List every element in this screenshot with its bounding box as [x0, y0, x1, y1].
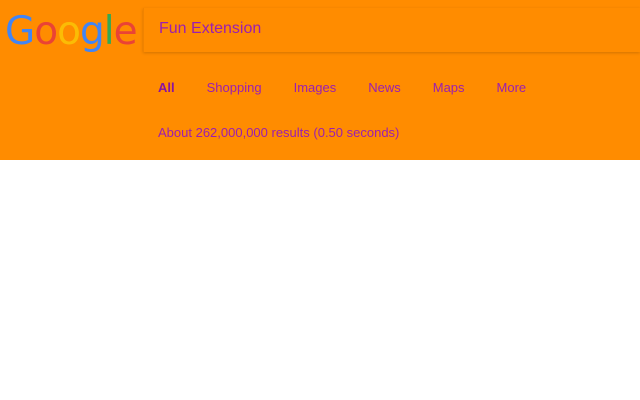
logo-letter-e: e [113, 9, 138, 54]
tab-news[interactable]: News [368, 78, 401, 98]
logo-letter-o1: o [34, 9, 58, 54]
search-results-page: Google All Shopping Images News Maps Mor… [0, 0, 640, 400]
logo-letter-o2: o [57, 9, 81, 54]
search-tabs: All Shopping Images News Maps More [158, 78, 558, 98]
search-header: Google All Shopping Images News Maps Mor… [0, 0, 640, 160]
result-stats: About 262,000,000 results (0.50 seconds) [158, 125, 400, 140]
tab-more[interactable]: More [497, 78, 527, 98]
tab-images[interactable]: Images [294, 78, 337, 98]
tab-maps[interactable]: Maps [433, 78, 465, 98]
logo-letter-g: G [5, 9, 35, 54]
google-logo[interactable]: Google [5, 6, 138, 58]
tab-shopping[interactable]: Shopping [207, 78, 262, 98]
search-box[interactable] [143, 8, 640, 52]
logo-letter-g2: g [79, 9, 105, 54]
search-input[interactable] [159, 8, 619, 50]
tab-all[interactable]: All [158, 78, 175, 98]
logo-letter-l: l [103, 9, 115, 54]
